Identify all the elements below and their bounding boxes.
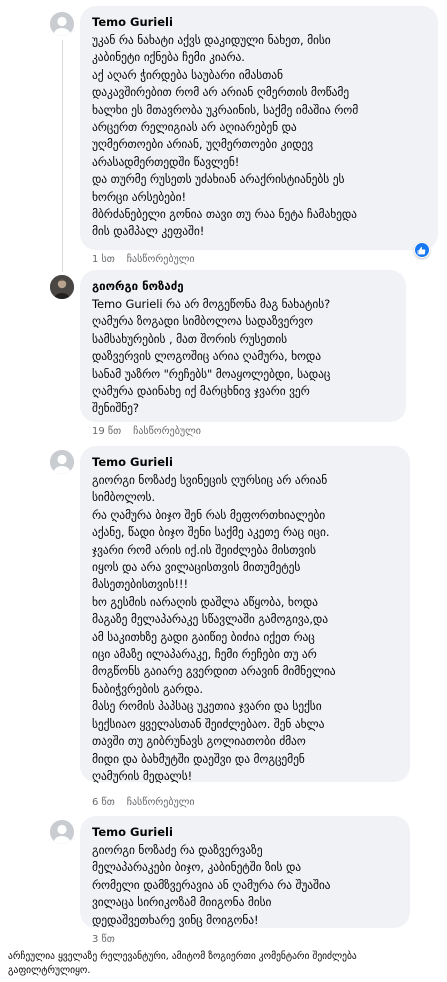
comment-bubble: Temo Gurieli გიორგი ნოზაძე რა დაზვერვაზე… <box>80 816 410 928</box>
comment-timestamp[interactable]: 3 წთ <box>92 934 115 945</box>
avatar-silhouette-icon <box>50 450 74 474</box>
comment: Temo Gurieli გიორგი ნოზაძე რა დაზვერვაზე… <box>0 814 447 946</box>
comment-meta: 6 წთ ჩასწორებული <box>92 797 195 809</box>
avatar[interactable] <box>50 820 74 844</box>
user-photo-avatar[interactable] <box>50 275 74 299</box>
comment-author[interactable]: Temo Gurieli <box>92 455 398 470</box>
thread-line <box>62 40 63 272</box>
edited-label: ჩასწორებული <box>133 426 201 437</box>
comment-author[interactable]: Temo Gurieli <box>92 825 398 840</box>
comment-timestamp[interactable]: 19 წთ <box>92 426 121 437</box>
avatar[interactable] <box>50 12 74 36</box>
comment-bubble: Temo Gurieli უკან რა ნახატი აქვს დაკიდულ… <box>80 6 438 250</box>
comment: გიორგი ნოზაძე Temo Gurieli რა არ მოგეწონ… <box>0 270 447 446</box>
comment-text: გიორგი ნოზაძე რა დაზვერვაზე მელაპარაკები… <box>92 843 331 927</box>
avatar-photo-icon <box>50 275 74 299</box>
comment-bubble: Temo Gurieli გიორგი ნოზაძე სვინეცის ღურს… <box>80 446 410 783</box>
comment-timestamp[interactable]: 6 წთ <box>92 797 115 808</box>
like-icon <box>417 246 426 255</box>
comment-bubble: გიორგი ნოზაძე Temo Gurieli რა არ მოგეწონ… <box>80 270 406 422</box>
comment-meta: 1 სთ ჩასწორებული <box>92 254 195 266</box>
like-reaction-badge[interactable] <box>414 242 430 258</box>
comment-text: გიორგი ნოზაძე სვინეცის ღურსიც არ არიან ს… <box>92 473 336 783</box>
avatar-silhouette-icon <box>50 820 74 844</box>
edited-label: ჩასწორებული <box>126 254 195 265</box>
avatar[interactable] <box>50 450 74 474</box>
comment-author[interactable]: Temo Gurieli <box>92 15 426 30</box>
comment-author[interactable]: გიორგი ნოზაძე <box>92 279 394 294</box>
comment-text: უკან რა ნახატი აქვს დაკიდული ნახეთ, მისი… <box>92 33 359 239</box>
comment-text: Temo Gurieli რა არ მოგეწონა მაგ ნახატის?… <box>92 297 331 416</box>
avatar-silhouette-icon <box>50 12 74 36</box>
comment-timestamp[interactable]: 1 სთ <box>92 254 115 265</box>
filter-notice: არჩეულია ყველაზე რელევანტური, ამიტომ ზოგ… <box>8 951 357 976</box>
comment: Temo Gurieli უკან რა ნახატი აქვს დაკიდულ… <box>0 0 447 270</box>
edited-label: ჩასწორებული <box>126 797 195 808</box>
comment-meta: 3 წთ <box>92 934 115 946</box>
comment-meta: 19 წთ ჩასწორებული <box>92 426 201 438</box>
comment: Temo Gurieli გიორგი ნოზაძე სვინეცის ღურს… <box>0 446 447 814</box>
